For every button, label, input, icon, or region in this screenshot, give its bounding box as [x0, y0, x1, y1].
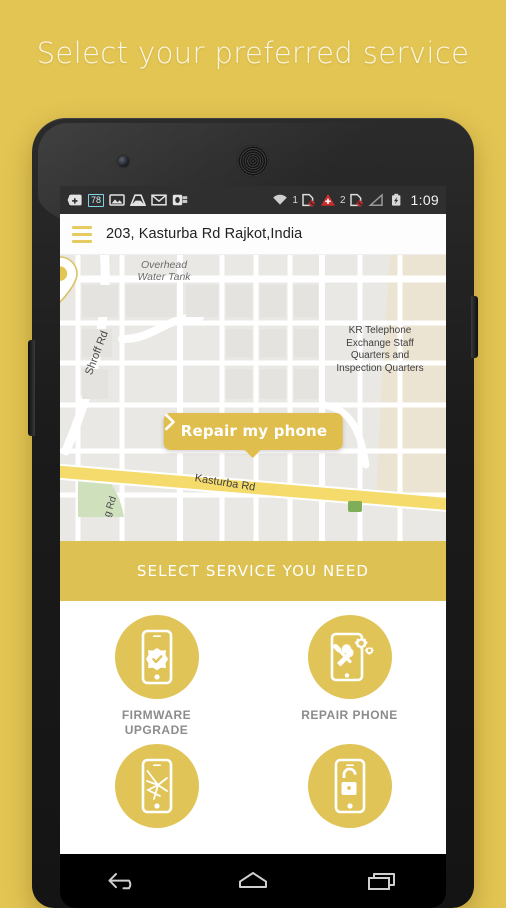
service-item-unlock-phone[interactable]	[253, 744, 446, 837]
medical-cross-icon	[320, 194, 335, 206]
select-service-banner-label: SELECT SERVICE YOU NEED	[136, 562, 370, 580]
hamburger-icon[interactable]	[72, 225, 92, 243]
outlook-icon	[172, 194, 188, 206]
earpiece-speaker	[238, 146, 268, 176]
sim2-label: 2	[339, 194, 346, 206]
service-item-cracked-screen[interactable]	[60, 744, 253, 837]
gmail-icon	[151, 194, 167, 206]
plus-badge-icon	[67, 194, 82, 206]
water-tank-line2: Water Tank	[137, 271, 191, 283]
map-label-water-tank: Overhead Water Tank	[118, 259, 210, 283]
map-view[interactable]: Overhead Water Tank Shroff Rd KR Telepho…	[60, 255, 446, 541]
recents-icon[interactable]	[365, 868, 399, 894]
sim-no-signal-icon	[302, 193, 315, 207]
service-item-firmware-upgrade[interactable]: FIRMWARE UPGRADE	[60, 615, 253, 738]
service-label-repair-phone: REPAIR PHONE	[301, 708, 397, 723]
service-icon-circle-3	[114, 744, 199, 828]
water-tank-line1: Overhead	[140, 259, 188, 271]
page-title: Select your preferred service	[36, 36, 470, 70]
volume-button[interactable]	[28, 340, 35, 436]
phone-device-frame: 78 1 2 1:09 203, Kasturba Rd Rajkot,Indi…	[28, 118, 478, 908]
back-icon[interactable]	[107, 868, 141, 894]
app-store-screenshot: Select your preferred service 78 1 2 1:0…	[0, 0, 506, 908]
status-bar-clock: 1:09	[410, 192, 439, 208]
inbox-icon	[130, 194, 147, 206]
sim1-label: 1	[292, 194, 298, 206]
power-button[interactable]	[471, 296, 478, 358]
phone-cracked-screen-icon	[141, 758, 172, 814]
status-bar-right-icons: 1 2 1:09	[272, 192, 439, 208]
phone-gear-tools-icon	[330, 632, 374, 682]
battery-charging-icon	[391, 193, 400, 206]
count-badge-icon: 78	[88, 193, 105, 207]
service-icon-circle-4	[307, 744, 392, 828]
map-label-kr-exchange: KR Telephone Exchange Staff Quarters and…	[336, 325, 424, 374]
map-pin-icon[interactable]	[60, 255, 80, 305]
service-label-line1: FIRMWARE	[121, 708, 192, 722]
phone-unlock-icon	[334, 758, 365, 814]
app-bar: 203, Kasturba Rd Rajkot,India	[60, 214, 446, 255]
service-item-repair-phone[interactable]: REPAIR PHONE	[253, 615, 446, 738]
service-label-firmware-upgrade: FIRMWARE UPGRADE	[122, 708, 191, 738]
photo-icon	[109, 194, 125, 206]
service-icon-circle	[114, 615, 199, 699]
phone-check-icon	[141, 629, 172, 685]
wifi-icon	[273, 194, 288, 205]
service-label-line1-2: REPAIR PHONE	[301, 708, 398, 722]
app-bar-title: 203, Kasturba Rd Rajkot,India	[106, 226, 303, 242]
signal-triangle-icon	[367, 193, 383, 206]
repair-my-phone-button[interactable]: Repair my phone	[163, 413, 343, 450]
home-icon[interactable]	[236, 868, 270, 894]
chevron-right-icon	[164, 413, 175, 431]
status-bar: 78 1 2 1:09	[60, 186, 446, 214]
phone-screen: 78 1 2 1:09 203, Kasturba Rd Rajkot,Indi…	[60, 186, 446, 854]
select-service-banner: SELECT SERVICE YOU NEED	[60, 541, 446, 601]
status-bar-left-icons: 78	[67, 193, 188, 207]
service-label-line2: UPGRADE	[124, 723, 189, 737]
service-icon-circle-2	[307, 615, 392, 699]
sim-no-signal-icon-2	[349, 193, 363, 207]
repair-my-phone-label: Repair my phone	[180, 422, 328, 440]
front-camera	[118, 156, 129, 167]
service-grid: FIRMWARE UPGRADE REPAIR PHONE	[60, 601, 446, 837]
